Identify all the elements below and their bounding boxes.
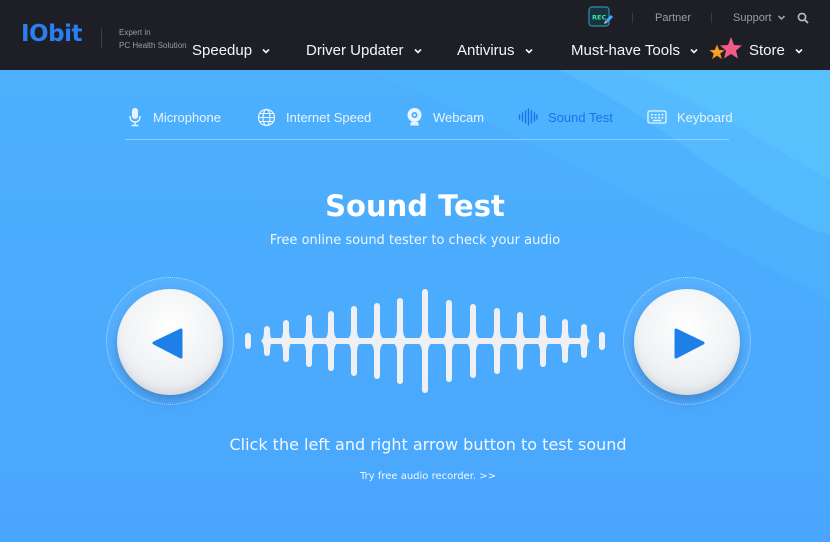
stars-icon [709,37,742,60]
chevron-down-icon [262,48,270,54]
webcam-icon [407,108,422,126]
tab-label: Webcam [433,109,485,125]
sound-waveform [245,289,605,393]
audio-recorder-link[interactable]: Try free audio recorder. >> [0,471,830,482]
top-separator [711,13,712,23]
partner-link[interactable]: Partner [655,12,691,24]
tab-internet-speed[interactable]: Internet Speed [257,106,371,128]
waveform-bar-bulge [510,330,530,352]
tab-microphone[interactable]: Microphone [127,106,221,128]
nav-must-have-tools[interactable]: Must-have Tools [571,42,698,59]
site-header: IObit Expert in PC Health Solution REC P… [0,0,830,70]
sound-wave-icon [518,108,538,126]
support-link[interactable]: Support [733,12,772,24]
tab-label: Internet Speed [286,109,372,125]
right-speaker-button[interactable] [634,289,740,395]
tool-tabs: Microphone Internet Speed Webcam Sound T… [125,106,733,140]
chevron-down-icon[interactable] [777,13,786,22]
nav-store[interactable]: Store [749,42,803,59]
tab-keyboard[interactable]: Keyboard [647,106,733,128]
tagline: Expert in PC Health Solution [119,26,187,52]
triangle-right-icon [674,328,705,359]
left-speaker-button[interactable] [117,289,223,395]
instruction-text: Click the left and right arrow button to… [229,435,627,454]
logo-divider [101,28,102,48]
tab-label: Microphone [153,109,221,125]
nav-label: Antivirus [457,42,515,59]
nav-label: Store [749,42,785,59]
chevron-down-icon [795,48,803,54]
waveform-bar-bulge [261,330,273,352]
tab-label: Keyboard [677,109,733,125]
waveform-bar [599,332,605,350]
waveform-bar-bulge [300,330,318,352]
waveform-bar-bulge [366,330,388,352]
waveform-bar-bulge [321,330,341,352]
nav-label: Speedup [192,42,253,59]
waveform-bar-bulge [344,330,364,352]
nav-label: Driver Updater [306,42,404,59]
nav-driver-updater[interactable]: Driver Updater [306,42,422,59]
keyboard-icon [647,110,667,124]
page-title: Sound Test [325,189,505,223]
waveform-bar-bulge [557,330,573,352]
waveform-bar [245,333,251,349]
rec-badge-text: REC [592,14,606,22]
waveform-bar-bulge [414,330,436,352]
nav-label: Must-have Tools [571,42,680,59]
tab-webcam[interactable]: Webcam [406,106,484,128]
tagline-line1: Expert in [119,28,151,37]
globe-icon [257,108,276,126]
search-icon[interactable] [797,12,809,24]
triangle-left-icon [152,328,183,359]
waveform-bar-bulge [389,330,411,352]
tab-label: Sound Test [548,109,613,125]
waveform-bar-bulge [487,330,507,352]
tab-sound-test[interactable]: Sound Test [518,106,613,128]
waveform-bar-bulge [438,330,460,352]
screen-recorder-icon[interactable]: REC [588,6,614,28]
iobit-logo[interactable]: IObit [21,21,82,47]
waveform-bar-bulge [578,330,590,352]
chevron-down-icon [413,48,422,54]
chevron-down-icon [524,48,533,54]
nav-antivirus[interactable]: Antivirus [457,42,533,59]
page-subtitle: Free online sound tester to check your a… [269,233,561,248]
microphone-icon [129,108,141,127]
top-separator [632,13,633,23]
nav-speedup[interactable]: Speedup [192,42,270,59]
chevron-down-icon [690,48,698,54]
waveform-bar-bulge [462,330,484,352]
tagline-line2: PC Health Solution [119,41,187,50]
waveform-bar-bulge [534,330,552,352]
waveform-bar-bulge [278,330,294,352]
